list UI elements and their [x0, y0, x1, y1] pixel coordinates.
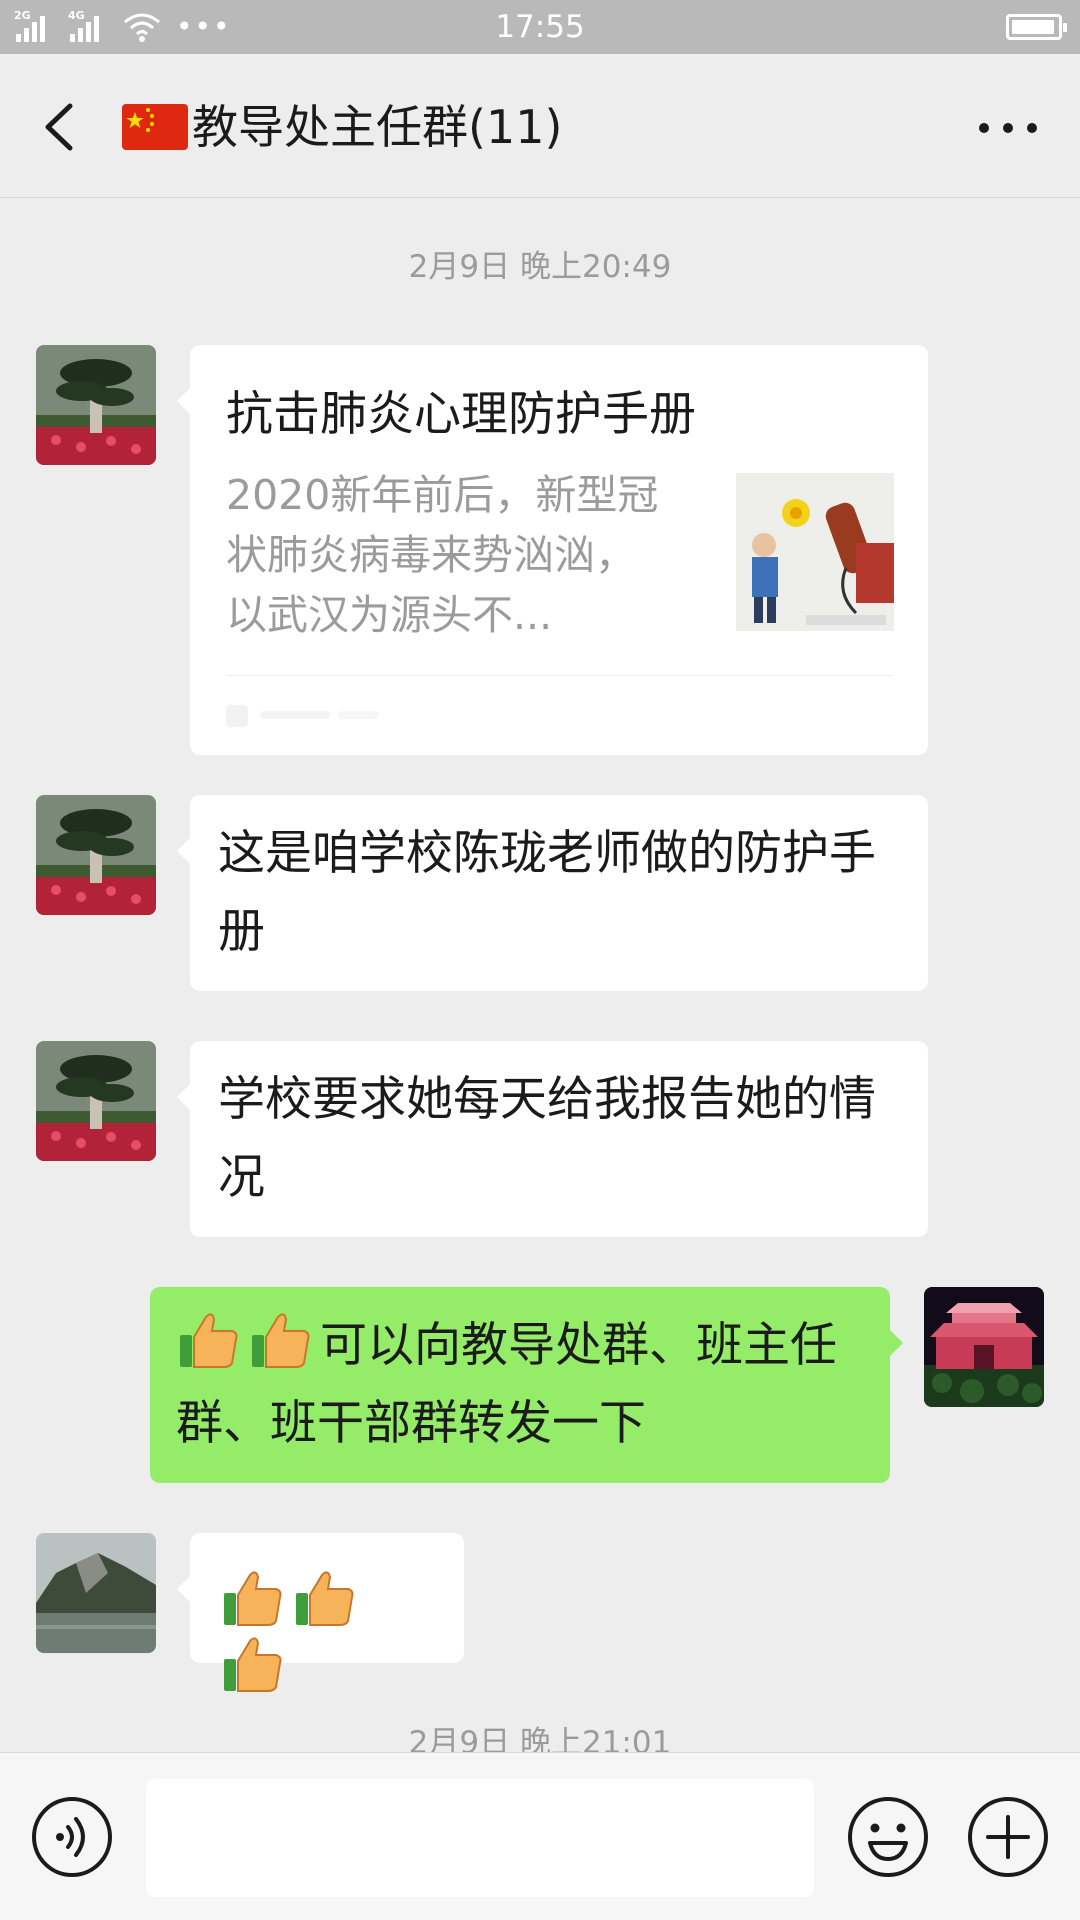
bonsai-avatar-image	[36, 1041, 156, 1161]
add-attachment-icon[interactable]	[966, 1795, 1050, 1879]
link-card-message[interactable]: 抗击肺炎心理防护手册 2020新年前后，新型冠状肺炎病毒来势汹汹，以武汉为源头不…	[177, 345, 928, 755]
illustration-thumbnail-image	[736, 473, 894, 631]
more-options-icon[interactable]	[968, 108, 1048, 148]
self-avatar[interactable]	[924, 1287, 1044, 1407]
tiananmen-night-avatar-image	[924, 1287, 1044, 1407]
sent-text-message[interactable]: 可以向教导处群、班主任群、班干部群转发一下	[150, 1287, 903, 1483]
link-card-description: 2020新年前后，新型冠状肺炎病毒来势汹汹，以武汉为源头不...	[226, 471, 659, 639]
chat-header: 教导处主任群(11)	[0, 54, 1080, 198]
avatar[interactable]	[36, 1533, 156, 1653]
china-flag-icon	[122, 104, 188, 150]
thumbs-up-emoji-icon	[224, 1571, 282, 1626]
battery-icon	[1006, 14, 1067, 40]
link-card-title: 抗击肺炎心理防护手册	[226, 387, 696, 442]
bonsai-avatar-image	[36, 345, 156, 465]
thumbs-up-emoji-icon	[224, 1637, 282, 1692]
message-text-wrap: 可以向教导处群、班主任群、班干部群转发一下	[176, 1307, 864, 1463]
input-bar	[0, 1752, 1080, 1920]
chat-title: 教导处主任群(11)	[192, 100, 563, 154]
landscape-avatar-image	[36, 1533, 156, 1653]
chat-title-area: 教导处主任群(11)	[122, 94, 562, 160]
text-message[interactable]: 学校要求她每天给我报告她的情况	[177, 1041, 928, 1237]
avatar[interactable]	[36, 1041, 156, 1161]
voice-input-icon[interactable]	[30, 1795, 114, 1879]
link-card-thumbnail	[736, 473, 894, 631]
thumbs-up-emoji-icon	[252, 1313, 310, 1368]
text-message[interactable]: 这是咱学校陈珑老师做的防护手册	[177, 795, 928, 991]
emoji-picker-icon[interactable]	[846, 1795, 930, 1879]
link-card-divider	[226, 675, 892, 676]
avatar[interactable]	[36, 795, 156, 915]
thumbs-up-emoji-icon	[180, 1313, 238, 1368]
back-arrow-icon[interactable]	[30, 94, 90, 160]
message-timestamp: 2月9日 晚上20:49	[408, 249, 672, 285]
status-bar: 2G 4G ••• 17:55	[0, 0, 1080, 54]
avatar[interactable]	[36, 345, 156, 465]
message-timestamp: 2月9日 晚上21:01	[408, 1725, 672, 1752]
thumbs-up-emoji-icon	[296, 1571, 354, 1626]
bonsai-avatar-image	[36, 795, 156, 915]
emoji-message[interactable]	[177, 1533, 464, 1692]
link-source-icon	[226, 705, 378, 727]
message-list[interactable]: 2月9日 晚上20:49 抗击肺炎心理防护手册 2020新年前后，新型冠状肺炎病…	[0, 199, 1080, 1752]
message-input[interactable]	[146, 1779, 814, 1897]
message-text: 这是咱学校陈珑老师做的防护手册	[218, 826, 876, 959]
chat-screen: 2G 4G ••• 17:55 教导处主任群(11) 2月9日 晚上20:49 …	[0, 0, 1080, 1920]
message-text: 学校要求她每天给我报告她的情况	[218, 1072, 876, 1205]
status-time: 17:55	[495, 9, 585, 45]
